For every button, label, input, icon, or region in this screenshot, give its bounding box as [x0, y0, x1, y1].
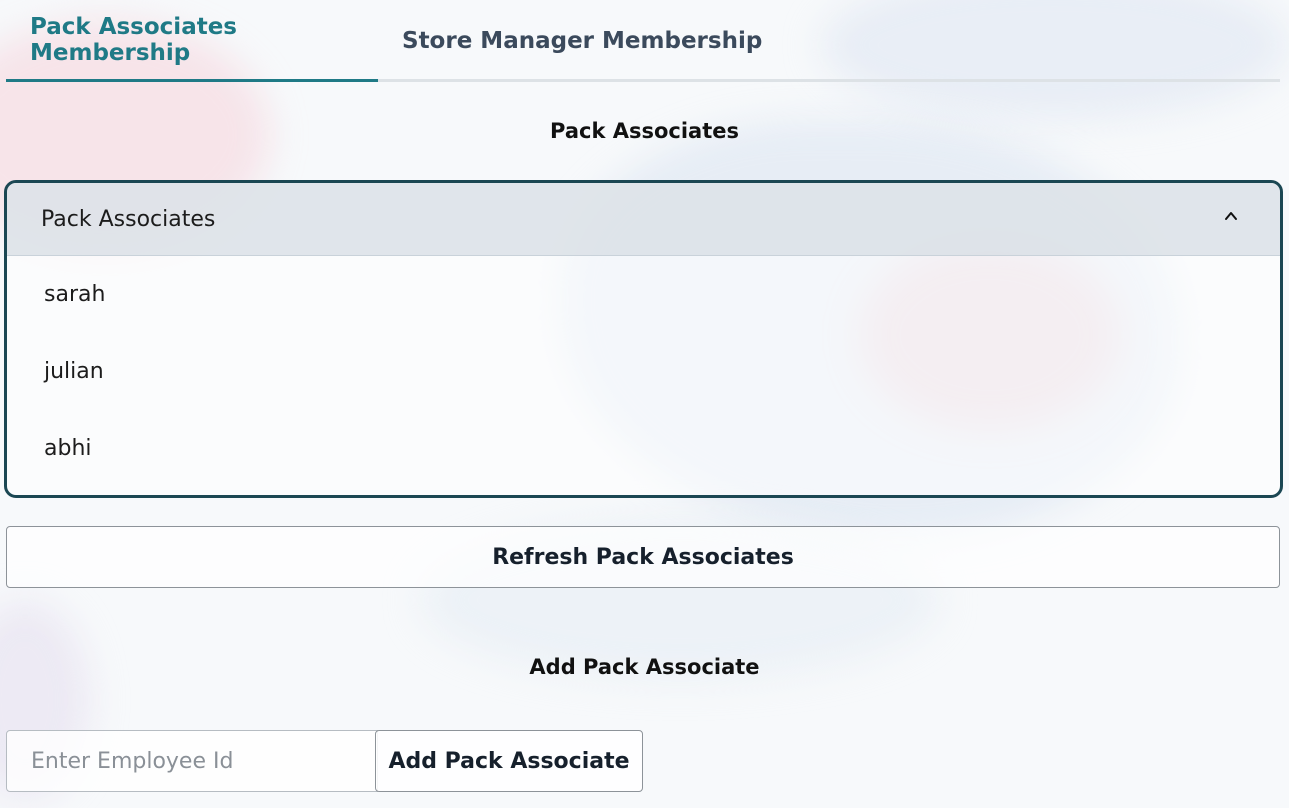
dropdown-header-label: Pack Associates [41, 206, 216, 232]
pack-associates-list: sarah julian abhi [7, 256, 1280, 487]
pack-associates-dropdown: Pack Associates sarah julian abhi [4, 180, 1283, 498]
tab-pack-associates-membership[interactable]: Pack Associates Membership [6, 0, 378, 82]
list-item[interactable]: julian [7, 333, 1280, 410]
refresh-pack-associates-button[interactable]: Refresh Pack Associates [6, 526, 1280, 588]
list-item[interactable]: abhi [7, 410, 1280, 487]
list-item[interactable]: sarah [7, 256, 1280, 333]
dropdown-header[interactable]: Pack Associates [7, 183, 1280, 256]
add-pack-associate-heading: Add Pack Associate [529, 655, 760, 679]
main-content: Pack Associates Membership Store Manager… [0, 0, 1289, 808]
chevron-up-icon[interactable] [1224, 209, 1238, 223]
tab-store-manager-membership[interactable]: Store Manager Membership [402, 0, 762, 82]
pack-associates-heading: Pack Associates [550, 119, 739, 143]
membership-tabs: Pack Associates Membership Store Manager… [6, 0, 1280, 82]
employee-id-input[interactable] [6, 730, 378, 792]
add-pack-associate-button[interactable]: Add Pack Associate [375, 730, 643, 792]
